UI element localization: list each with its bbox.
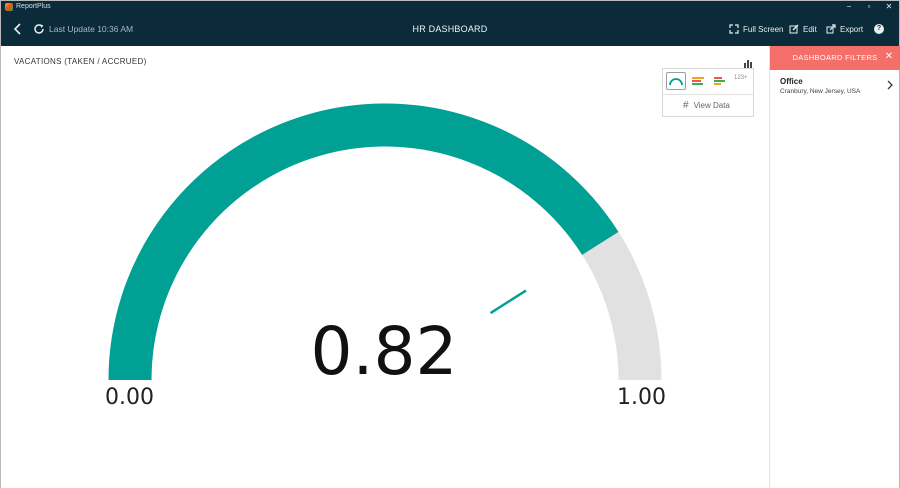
filter-name: Office	[780, 77, 803, 86]
dashboard-main: VACATIONS (TAKEN / ACCRUED) 123+ # View …	[1, 46, 769, 488]
window-titlebar: ReportPlus − ▫ ✕	[1, 1, 899, 13]
full-screen-button[interactable]: Full Screen	[729, 22, 783, 36]
edit-button[interactable]: Edit	[789, 22, 817, 36]
filter-item-office[interactable]: Office Cranbury, New Jersey, USA	[770, 70, 900, 106]
refresh-button[interactable]	[32, 22, 46, 36]
minimize-button[interactable]: −	[841, 1, 857, 13]
close-window-button[interactable]: ✕	[881, 1, 897, 13]
full-screen-icon	[729, 24, 739, 34]
export-label: Export	[840, 24, 864, 34]
app-window: ReportPlus − ▫ ✕ Last Update 10:36 AM HR…	[0, 0, 900, 488]
filters-header-label: DASHBOARD FILTERS	[792, 53, 878, 62]
app-header: Last Update 10:36 AM HR DASHBOARD Full S…	[1, 13, 899, 46]
maximize-button[interactable]: ▫	[861, 1, 877, 13]
app-name: ReportPlus	[16, 3, 51, 10]
export-icon	[826, 24, 836, 34]
export-button[interactable]: Export	[826, 22, 863, 36]
full-screen-label: Full Screen	[743, 24, 784, 34]
gauge-min-label: 0.00	[105, 385, 154, 410]
gauge-chart	[108, 103, 662, 381]
edit-label: Edit	[803, 24, 817, 34]
gauge-value: 0.82	[310, 313, 458, 390]
gauge-max-label: 1.00	[617, 385, 666, 410]
edit-icon	[789, 24, 799, 34]
chevron-right-icon	[887, 80, 893, 90]
app-logo-icon	[5, 3, 13, 11]
help-button[interactable]: ?	[874, 24, 884, 34]
filters-header: DASHBOARD FILTERS ✕	[770, 46, 900, 70]
filter-value: Cranbury, New Jersey, USA	[780, 88, 861, 95]
chevron-left-icon	[13, 23, 21, 35]
close-filters-button[interactable]: ✕	[884, 52, 894, 62]
back-button[interactable]	[11, 21, 25, 37]
refresh-icon	[34, 24, 44, 34]
gauge-target-needle	[489, 289, 527, 315]
last-update-text: Last Update 10:36 AM	[49, 24, 134, 34]
dashboard-filters-panel: DASHBOARD FILTERS ✕ Office Cranbury, New…	[769, 46, 900, 488]
